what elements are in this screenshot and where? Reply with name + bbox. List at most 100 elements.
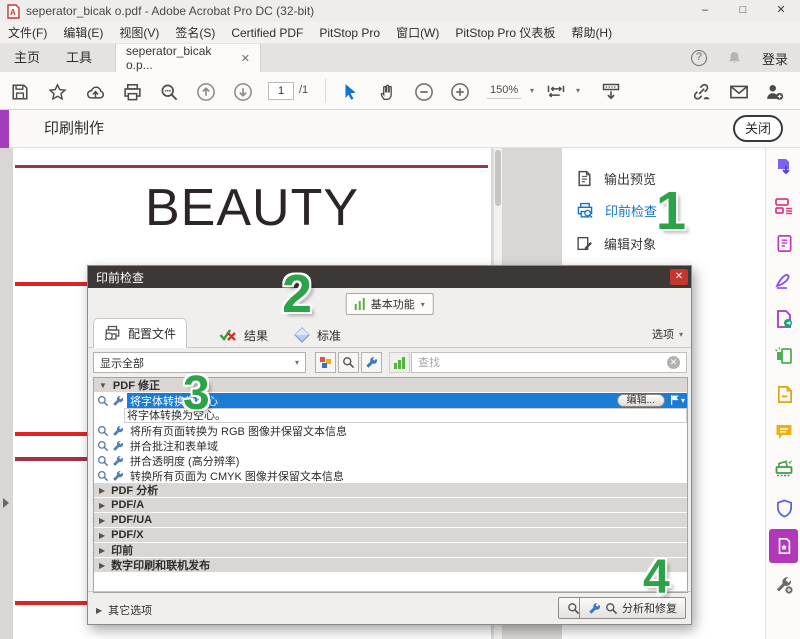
options-menu-button[interactable]: 选项 ▾: [652, 326, 683, 342]
fixups-filter-button[interactable]: [361, 352, 382, 373]
tab-standards[interactable]: 标准: [284, 322, 351, 348]
scrollbar-thumb[interactable]: [495, 150, 501, 206]
hand-tool-icon[interactable]: [376, 81, 398, 103]
tab-home[interactable]: 主页: [0, 44, 54, 72]
section-pdf-analysis[interactable]: ▶PDF 分析: [94, 483, 687, 498]
sign-in-button[interactable]: 登录: [762, 49, 788, 68]
page-number-input[interactable]: [268, 82, 294, 100]
edit-pdf-icon[interactable]: [773, 232, 795, 254]
email-icon[interactable]: [728, 81, 750, 103]
wrench-icon: [112, 455, 124, 467]
close-tool-button[interactable]: 关闭: [733, 115, 783, 142]
svg-text:A: A: [10, 8, 16, 17]
tab-close-icon[interactable]: ✕: [241, 52, 250, 65]
annotation-step-3: 3: [183, 366, 210, 421]
wrench-icon: [588, 602, 601, 615]
create-pdf-icon[interactable]: [773, 308, 795, 330]
section-pdfx[interactable]: ▶PDF/X: [94, 528, 687, 543]
bars-icon: [394, 357, 405, 369]
select-tool-icon[interactable]: [339, 81, 361, 103]
menu-pitstop-pro[interactable]: PitStop Pro: [311, 26, 388, 40]
minimize-button[interactable]: –: [686, 0, 724, 22]
tab-document[interactable]: seperator_bicak o.p... ✕: [115, 44, 261, 72]
menu-pitstop-dashboard[interactable]: PitStop Pro 仪表板: [447, 24, 563, 41]
export-pdf-icon[interactable]: [773, 156, 795, 178]
dialog-close-icon[interactable]: ✕: [670, 269, 688, 285]
menu-sign[interactable]: 签名(S): [167, 24, 223, 41]
profile-row[interactable]: 转换所有页面为 CMYK 图像并保留文本信息: [94, 468, 687, 483]
protect-icon[interactable]: [773, 497, 795, 519]
tool-header: 印刷制作 关闭: [0, 110, 800, 148]
magnifier-icon: [605, 602, 618, 615]
zoom-caret-icon[interactable]: ▾: [530, 86, 534, 95]
help-icon[interactable]: ?: [691, 50, 707, 66]
menu-edit[interactable]: 编辑(E): [55, 24, 111, 41]
scan-ocr-icon[interactable]: [773, 459, 795, 481]
magnifier-icon: [97, 425, 109, 437]
clear-search-icon[interactable]: ✕: [667, 356, 680, 369]
tab-profiles[interactable]: 配置文件: [93, 318, 187, 348]
menu-file[interactable]: 文件(F): [0, 24, 55, 41]
share-link-icon[interactable]: [690, 81, 712, 103]
zoom-out-icon[interactable]: [413, 81, 435, 103]
share-with-others-icon[interactable]: [763, 81, 785, 103]
fit-width-caret-icon[interactable]: ▾: [576, 86, 580, 95]
dialog-titlebar[interactable]: 印前检查 ✕: [88, 266, 691, 288]
fit-width-icon[interactable]: [545, 81, 567, 103]
search-icon[interactable]: [158, 81, 180, 103]
maximize-button[interactable]: □: [724, 0, 762, 22]
tab-tools[interactable]: 工具: [52, 44, 106, 72]
fill-sign-icon[interactable]: [773, 270, 795, 292]
zoom-level-value[interactable]: 150%: [487, 84, 521, 99]
selected-profile-bar[interactable]: 将字体转换为空心 编辑... ▾: [127, 393, 687, 408]
star-icon[interactable]: [46, 81, 68, 103]
checks-filter-button[interactable]: [338, 352, 359, 373]
favorite-flag-icon[interactable]: ▾: [669, 394, 685, 406]
dialog-tabs: 配置文件 结果 标准 选项 ▾: [88, 318, 691, 348]
magnifier-icon: [97, 395, 109, 407]
menu-view[interactable]: 视图(V): [111, 24, 167, 41]
notifications-bell-icon[interactable]: [727, 50, 742, 66]
search-input[interactable]: [418, 357, 663, 369]
stamp-icon[interactable]: [773, 383, 795, 405]
wrench-icon: [112, 425, 124, 437]
section-digital-publishing[interactable]: ▶数字印刷和联机发布: [94, 558, 687, 573]
dialog-title: 印前检查: [96, 269, 144, 286]
library-bars-button[interactable]: [389, 352, 410, 373]
magnifier-icon: [97, 455, 109, 467]
section-prepress[interactable]: ▶印前: [94, 543, 687, 558]
tab-results[interactable]: 结果: [209, 322, 278, 348]
more-tools-icon[interactable]: [773, 574, 795, 596]
save-icon[interactable]: [9, 81, 31, 103]
triangle-right-icon: ▶: [99, 561, 105, 570]
close-window-button[interactable]: ✕: [762, 0, 800, 22]
section-pdfua[interactable]: ▶PDF/UA: [94, 513, 687, 528]
profile-row[interactable]: 拼合透明度 (高分辨率): [94, 453, 687, 468]
tool-accent-bar: [0, 110, 9, 148]
print-icon[interactable]: [121, 81, 143, 103]
print-production-active-tile[interactable]: [769, 529, 798, 563]
window-title: seperator_bicak o.pdf - Adobe Acrobat Pr…: [26, 4, 314, 18]
page-headline: BEAUTY: [13, 178, 491, 238]
edit-button[interactable]: 编辑...: [617, 394, 665, 407]
profiles-filter-button[interactable]: [315, 352, 336, 373]
other-options-toggle[interactable]: ▶ 其它选项: [96, 602, 152, 618]
profile-row[interactable]: 将所有页面转换为 RGB 图像并保留文本信息: [94, 423, 687, 438]
combine-files-icon[interactable]: [773, 345, 795, 367]
profile-row[interactable]: 拼合批注和表单域: [94, 438, 687, 453]
organize-pages-icon[interactable]: [773, 195, 795, 217]
zoom-in-icon[interactable]: [449, 81, 471, 103]
main-toolbar: /1 150% ▾ ▾: [0, 72, 800, 110]
previous-page-icon[interactable]: [195, 81, 217, 103]
hide-toolbar-icon[interactable]: [600, 81, 622, 103]
search-box: ✕: [411, 352, 687, 373]
library-dropdown-button[interactable]: 基本功能 ▾: [345, 293, 434, 315]
next-page-icon[interactable]: [232, 81, 254, 103]
share-cloud-icon[interactable]: [84, 81, 106, 103]
menu-window[interactable]: 窗口(W): [388, 24, 447, 41]
section-pdfa[interactable]: ▶PDF/A: [94, 498, 687, 513]
nav-pane-toggle-icon[interactable]: [3, 498, 9, 508]
comment-icon[interactable]: [773, 421, 795, 443]
menu-certified-pdf[interactable]: Certified PDF: [223, 26, 311, 40]
menu-help[interactable]: 帮助(H): [563, 24, 620, 41]
